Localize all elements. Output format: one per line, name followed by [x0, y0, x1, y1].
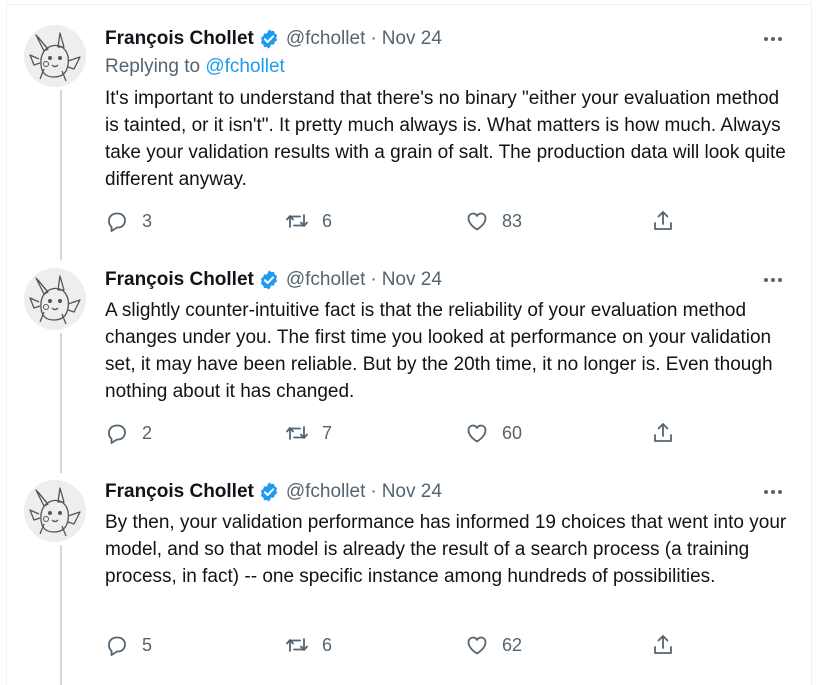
- like-button[interactable]: 62: [465, 629, 522, 661]
- more-horizontal-icon: [764, 278, 768, 282]
- reply-bubble-icon: [108, 212, 126, 232]
- more-options-button[interactable]: [761, 27, 785, 51]
- author-handle[interactable]: @fchollet: [286, 481, 366, 503]
- like-count: 83: [502, 210, 523, 231]
- reply-count: 5: [142, 634, 153, 655]
- retweet-count: 7: [322, 422, 333, 443]
- like-count: 62: [502, 634, 523, 655]
- like-button[interactable]: 60: [465, 417, 522, 449]
- timeline-right-border: [811, 0, 812, 685]
- reply-bubble-icon: [108, 424, 126, 444]
- tweet-actions: 2 7 60: [105, 417, 695, 449]
- header-separator: ·: [370, 269, 377, 290]
- thread-connector-line: [60, 90, 62, 260]
- heart-icon: [467, 636, 487, 655]
- tweet-date[interactable]: Nov 24: [382, 269, 442, 291]
- tweet-header: François Chollet @fchollet · Nov 24: [105, 27, 442, 51]
- reply-count: 2: [142, 422, 153, 443]
- more-options-button[interactable]: [761, 480, 785, 504]
- share-button[interactable]: [651, 417, 675, 449]
- share-button[interactable]: [651, 629, 675, 661]
- tweet[interactable]: François Chollet @fchollet · Nov 24 By t…: [7, 465, 811, 685]
- avatar[interactable]: [24, 25, 86, 87]
- more-horizontal-icon: [764, 490, 768, 494]
- tweet-date[interactable]: Nov 24: [382, 28, 442, 50]
- share-icon: [654, 211, 672, 230]
- verified-badge-icon: [260, 29, 277, 49]
- reply-button[interactable]: 2: [105, 417, 152, 449]
- tweet[interactable]: François Chollet @fchollet · Nov 24 A sl…: [7, 253, 811, 473]
- pikachu-sketch-avatar-icon: [24, 268, 86, 330]
- retweet-icon: [286, 214, 308, 228]
- retweet-count: 6: [322, 634, 333, 655]
- author-handle[interactable]: @fchollet: [286, 269, 366, 291]
- avatar[interactable]: [24, 480, 86, 542]
- verified-badge-icon: [260, 482, 277, 502]
- thread-connector-line: [60, 333, 62, 473]
- like-count: 60: [502, 422, 523, 443]
- replying-to-handle-link[interactable]: @fchollet: [205, 56, 285, 77]
- reply-button[interactable]: 5: [105, 629, 152, 661]
- replying-to-prefix: Replying to: [105, 56, 206, 77]
- retweet-button[interactable]: 7: [285, 417, 332, 449]
- retweet-button[interactable]: 6: [285, 629, 332, 661]
- share-icon: [654, 423, 672, 442]
- tweet-actions: 3 6 83: [105, 205, 695, 237]
- author-handle[interactable]: @fchollet: [286, 28, 366, 50]
- more-options-button[interactable]: [761, 268, 785, 292]
- reply-button[interactable]: 3: [105, 205, 152, 237]
- author-name[interactable]: François Chollet: [105, 481, 254, 503]
- pikachu-sketch-avatar-icon: [24, 25, 86, 87]
- author-name[interactable]: François Chollet: [105, 269, 254, 291]
- tweet-header: François Chollet @fchollet · Nov 24: [105, 480, 442, 504]
- tweet-header: François Chollet @fchollet · Nov 24: [105, 268, 442, 292]
- retweet-icon: [286, 426, 308, 440]
- timeline-top-border: [6, 0, 812, 5]
- share-button[interactable]: [651, 205, 675, 237]
- avatar[interactable]: [24, 268, 86, 330]
- tweet[interactable]: François Chollet @fchollet · Nov 24 Repl…: [7, 12, 811, 260]
- heart-icon: [467, 424, 487, 443]
- reply-count: 3: [142, 210, 153, 231]
- tweet-date[interactable]: Nov 24: [382, 481, 442, 503]
- share-icon: [654, 635, 672, 654]
- reply-bubble-icon: [108, 636, 126, 656]
- author-name[interactable]: François Chollet: [105, 28, 254, 50]
- replying-to-line: Replying to @fchollet: [105, 56, 285, 78]
- heart-icon: [467, 212, 487, 231]
- verified-badge-icon: [260, 270, 277, 290]
- header-separator: ·: [370, 481, 377, 502]
- more-horizontal-icon: [764, 37, 768, 41]
- header-separator: ·: [370, 28, 377, 49]
- like-button[interactable]: 83: [465, 205, 522, 237]
- tweet-text: It's important to understand that there'…: [105, 88, 786, 190]
- thread-connector-line: [60, 545, 62, 685]
- retweet-button[interactable]: 6: [285, 205, 332, 237]
- retweet-icon: [286, 638, 308, 652]
- tweet-text: A slightly counter-intuitive fact is tha…: [105, 300, 773, 402]
- retweet-count: 6: [322, 210, 333, 231]
- pikachu-sketch-avatar-icon: [24, 480, 86, 542]
- tweet-actions: 5 6 62: [105, 629, 695, 661]
- tweet-text: By then, your validation performance has…: [105, 512, 787, 587]
